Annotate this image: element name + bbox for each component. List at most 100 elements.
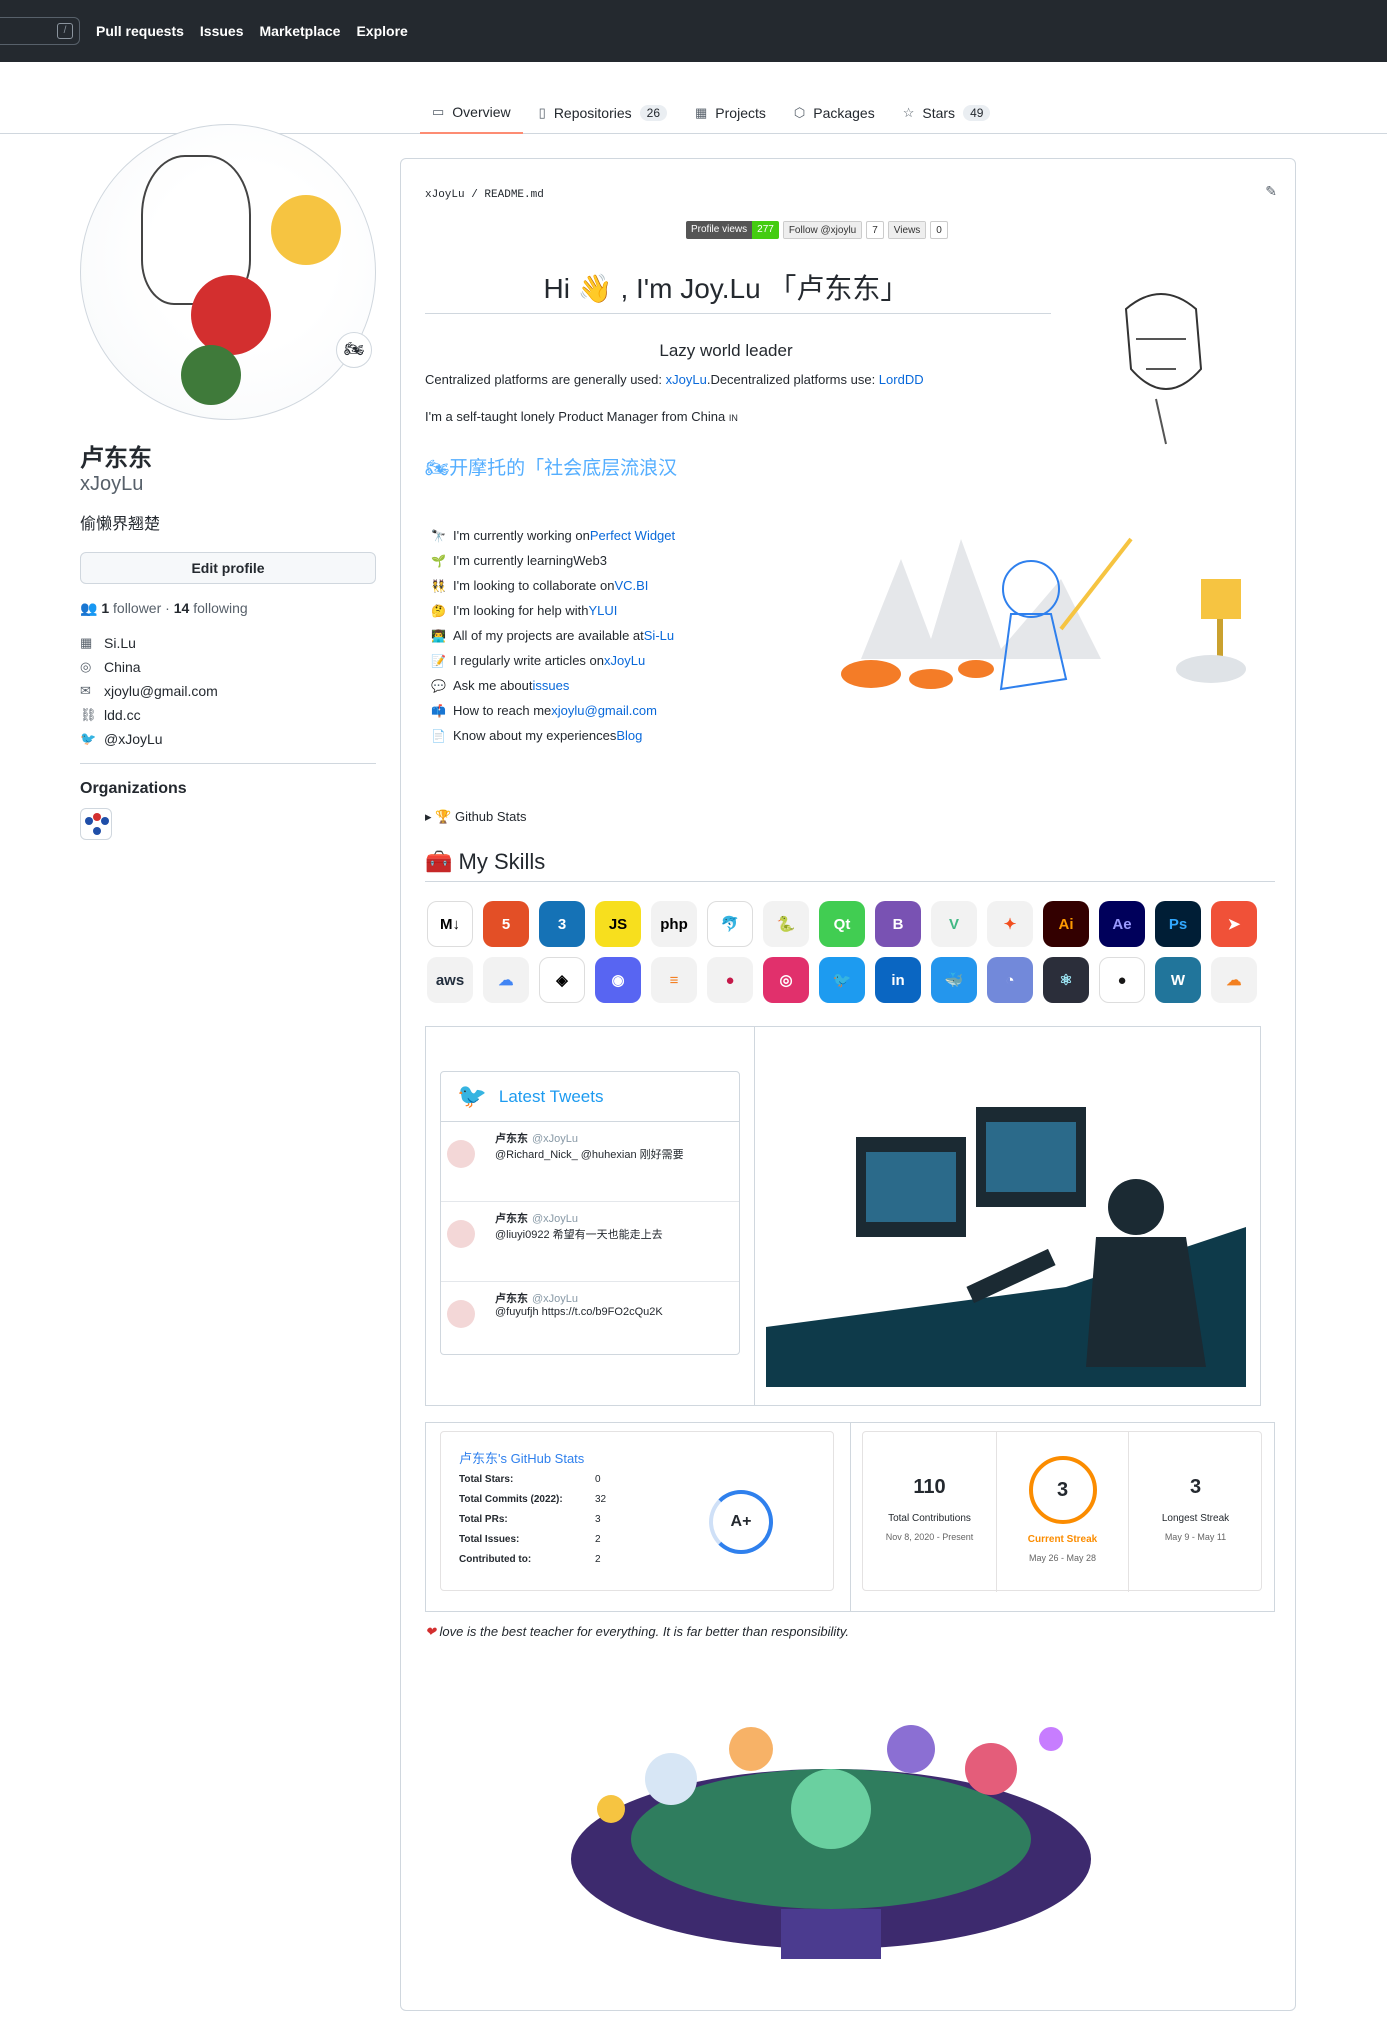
stat-row: 3 Total PRs:	[459, 1514, 601, 1525]
skill-icon: ◎	[763, 957, 809, 1003]
tab-packages[interactable]: ⬡ Packages	[782, 92, 887, 134]
stats-title: 卢东东's GitHub Stats	[459, 1451, 585, 1466]
grade-ring: A+	[709, 1490, 773, 1554]
follow-count-badge: 7	[866, 221, 884, 239]
tab-projects[interactable]: ▦ Projects	[683, 92, 778, 134]
edit-profile-button[interactable]: Edit profile	[80, 552, 376, 584]
tab-stars[interactable]: ☆ Stars 49	[891, 92, 1003, 134]
tab-label: Overview	[452, 104, 511, 120]
link-icon: ⛓	[80, 707, 97, 722]
total-contributions: 110 Total Contributions Nov 8, 2020 - Pres…	[885, 1476, 974, 1542]
thinking-icon: 🤔	[431, 603, 446, 618]
mail-icon: ✉	[80, 683, 91, 698]
pencil-icon[interactable]: ✎	[1265, 183, 1277, 200]
twitter-item[interactable]: 🐦 @xJoyLu	[80, 731, 376, 747]
tweets-table: 🐦 Latest Tweets 卢东东 @xJoyLu @Richard_Nick_ …	[425, 1026, 1261, 1406]
avatar[interactable]	[80, 124, 376, 420]
email-item[interactable]: ✉ xjoylu@gmail.com	[80, 683, 376, 699]
triangle-right-icon: ▸	[425, 809, 432, 824]
list-item: 📄 Know about my experiences Blog	[431, 728, 643, 743]
skill-icon: php	[651, 901, 697, 947]
table-icon: ▦	[695, 105, 708, 120]
skill-icon: 🐍	[763, 901, 809, 947]
followers-link[interactable]: 1 follower	[101, 600, 161, 616]
tweet[interactable]: 卢东东 @xJoyLu @liuyi0922 希望有一天也能走上去	[441, 1202, 739, 1282]
memo-icon: 📝	[431, 653, 446, 668]
organization-logo[interactable]	[80, 808, 112, 840]
telescope-icon: 🔭	[431, 528, 446, 543]
vcbi-link[interactable]: VC.BI	[614, 578, 648, 593]
list-item: 👯 I'm looking to collaborate on VC.BI	[431, 578, 649, 593]
latest-tweets-widget: 🐦 Latest Tweets 卢东东 @xJoyLu @Richard_Nick_ …	[440, 1071, 740, 1355]
skill-icon: Qt	[819, 901, 865, 947]
love-quote: ❤ love is the best teacher for everythin…	[425, 1624, 849, 1639]
skill-icon: 🐳	[931, 957, 977, 1003]
skill-icon: ●	[707, 957, 753, 1003]
nav-issues[interactable]: Issues	[200, 23, 244, 39]
github-stats-card[interactable]: 卢东东's GitHub Stats 0 Total Stars: 32 Total…	[440, 1431, 834, 1591]
selftaught-line: I'm a self-taught lonely Product Manager…	[425, 409, 738, 424]
lorddd-link[interactable]: LordDD	[879, 372, 924, 387]
readme-path[interactable]: xJoyLu / README.md	[425, 189, 544, 201]
silu-link[interactable]: Si-Lu	[644, 628, 674, 643]
package-icon: ⬡	[793, 105, 806, 120]
perfect-widget-link[interactable]: Perfect Widget	[590, 528, 675, 543]
issues-link[interactable]: issues	[533, 678, 570, 693]
tab-label: Packages	[813, 105, 875, 121]
website-item[interactable]: ⛓ ldd.cc	[80, 707, 376, 723]
heart-icon: ❤	[425, 1624, 436, 1639]
skill-icon: 3	[539, 901, 585, 947]
skills-grid: M↓ 5 3 JS php 🐬 🐍 Qt B V ✦ Ai Ae Ps ➤ aws ☁ ◈ ◉ ≡ ● ◎ 🐦 in 🐳 ◔ ⚛ ● W…	[427, 901, 1287, 1003]
articles-link[interactable]: xJoyLu	[604, 653, 645, 668]
nav-pull-requests[interactable]: Pull requests	[96, 23, 184, 39]
people-icon: 👥	[80, 600, 98, 616]
youtube-views-badge[interactable]: Views	[887, 221, 927, 239]
skill-icon: JS	[595, 901, 641, 947]
nav-explore[interactable]: Explore	[356, 23, 407, 39]
top-header: / Pull requests Issues Marketplace Explo…	[0, 0, 1387, 62]
twitter-icon: 🐦	[457, 1083, 487, 1110]
skill-icon: ✦	[987, 901, 1033, 947]
xjoylu-link[interactable]: xJoyLu	[666, 372, 707, 387]
octocat-painting-illustration	[841, 537, 1246, 691]
about-list: 🔭 I'm currently working on Perfect Widget…	[431, 523, 675, 748]
trophy-icon: 🏆	[435, 809, 452, 824]
email-link[interactable]: xjoylu@gmail.com	[551, 703, 657, 718]
streak-stats-card[interactable]: 110 Total Contributions Nov 8, 2020 - Pres…	[862, 1431, 1262, 1592]
skill-icon: 🐬	[707, 901, 753, 947]
twitter-follow-badge[interactable]: Follow @xjoylu	[782, 221, 863, 239]
github-stats-toggle[interactable]: ▸ 🏆 Github Stats	[425, 809, 527, 825]
following-link[interactable]: 14 following	[174, 600, 248, 616]
tweets-header: 🐦 Latest Tweets	[441, 1072, 739, 1122]
skill-icon: Ai	[1043, 901, 1089, 947]
tweet[interactable]: 卢东东 @xJoyLu @fuyufjh https://t.co/b9FO2cQu…	[441, 1282, 739, 1362]
profile-name: 卢东东	[80, 445, 152, 472]
list-item: 💬 Ask me about issues	[431, 678, 570, 693]
list-item: 📝 I regularly write articles on xJoyLu	[431, 653, 646, 668]
list-item: 👨‍💻 All of my projects are available at S…	[431, 628, 675, 643]
list-item: 🌱 I'm currently learning Web3	[431, 553, 607, 568]
current-streak: 3 Current Streak May 26 - May 28	[996, 1432, 1129, 1592]
profile-details: ▦ Si.Lu ◎ China ✉ xjoylu@gmail.com ⛓ ldd.cc …	[80, 635, 376, 747]
ylui-link[interactable]: YLUI	[588, 603, 617, 618]
status-motorbike-icon[interactable]: 🏍	[336, 332, 372, 368]
star-icon: ☆	[902, 105, 915, 120]
location-item: ◎ China	[80, 659, 141, 675]
skill-icon: ●	[1099, 957, 1145, 1003]
technologist-icon: 👨‍💻	[431, 628, 446, 643]
skill-icon: aws	[427, 957, 473, 1003]
tab-repositories[interactable]: ▯ Repositories 26	[527, 92, 679, 134]
seedling-icon: 🌱	[431, 553, 446, 568]
readme-subtitle: Lazy world leader	[659, 341, 793, 360]
nav-marketplace[interactable]: Marketplace	[260, 23, 341, 39]
skill-icon: ➤	[1211, 901, 1257, 947]
blog-link[interactable]: Blog	[616, 728, 642, 743]
profile-login: xJoyLu	[80, 473, 144, 495]
profile-sidebar: 🏍 卢东东 xJoyLu 偷懒界翘楚 Edit profile 👥 1 foll…	[80, 124, 376, 840]
tab-label: Stars	[922, 105, 956, 121]
search-input[interactable]: /	[0, 17, 80, 45]
tweet[interactable]: 卢东东 @xJoyLu @Richard_Nick_ @huhexian 刚好需要	[441, 1122, 739, 1202]
tab-counter: 26	[639, 105, 667, 121]
stats-table: 卢东东's GitHub Stats 0 Total Stars: 32 Total…	[425, 1422, 1275, 1612]
tab-overview[interactable]: ▭ Overview	[420, 92, 523, 134]
